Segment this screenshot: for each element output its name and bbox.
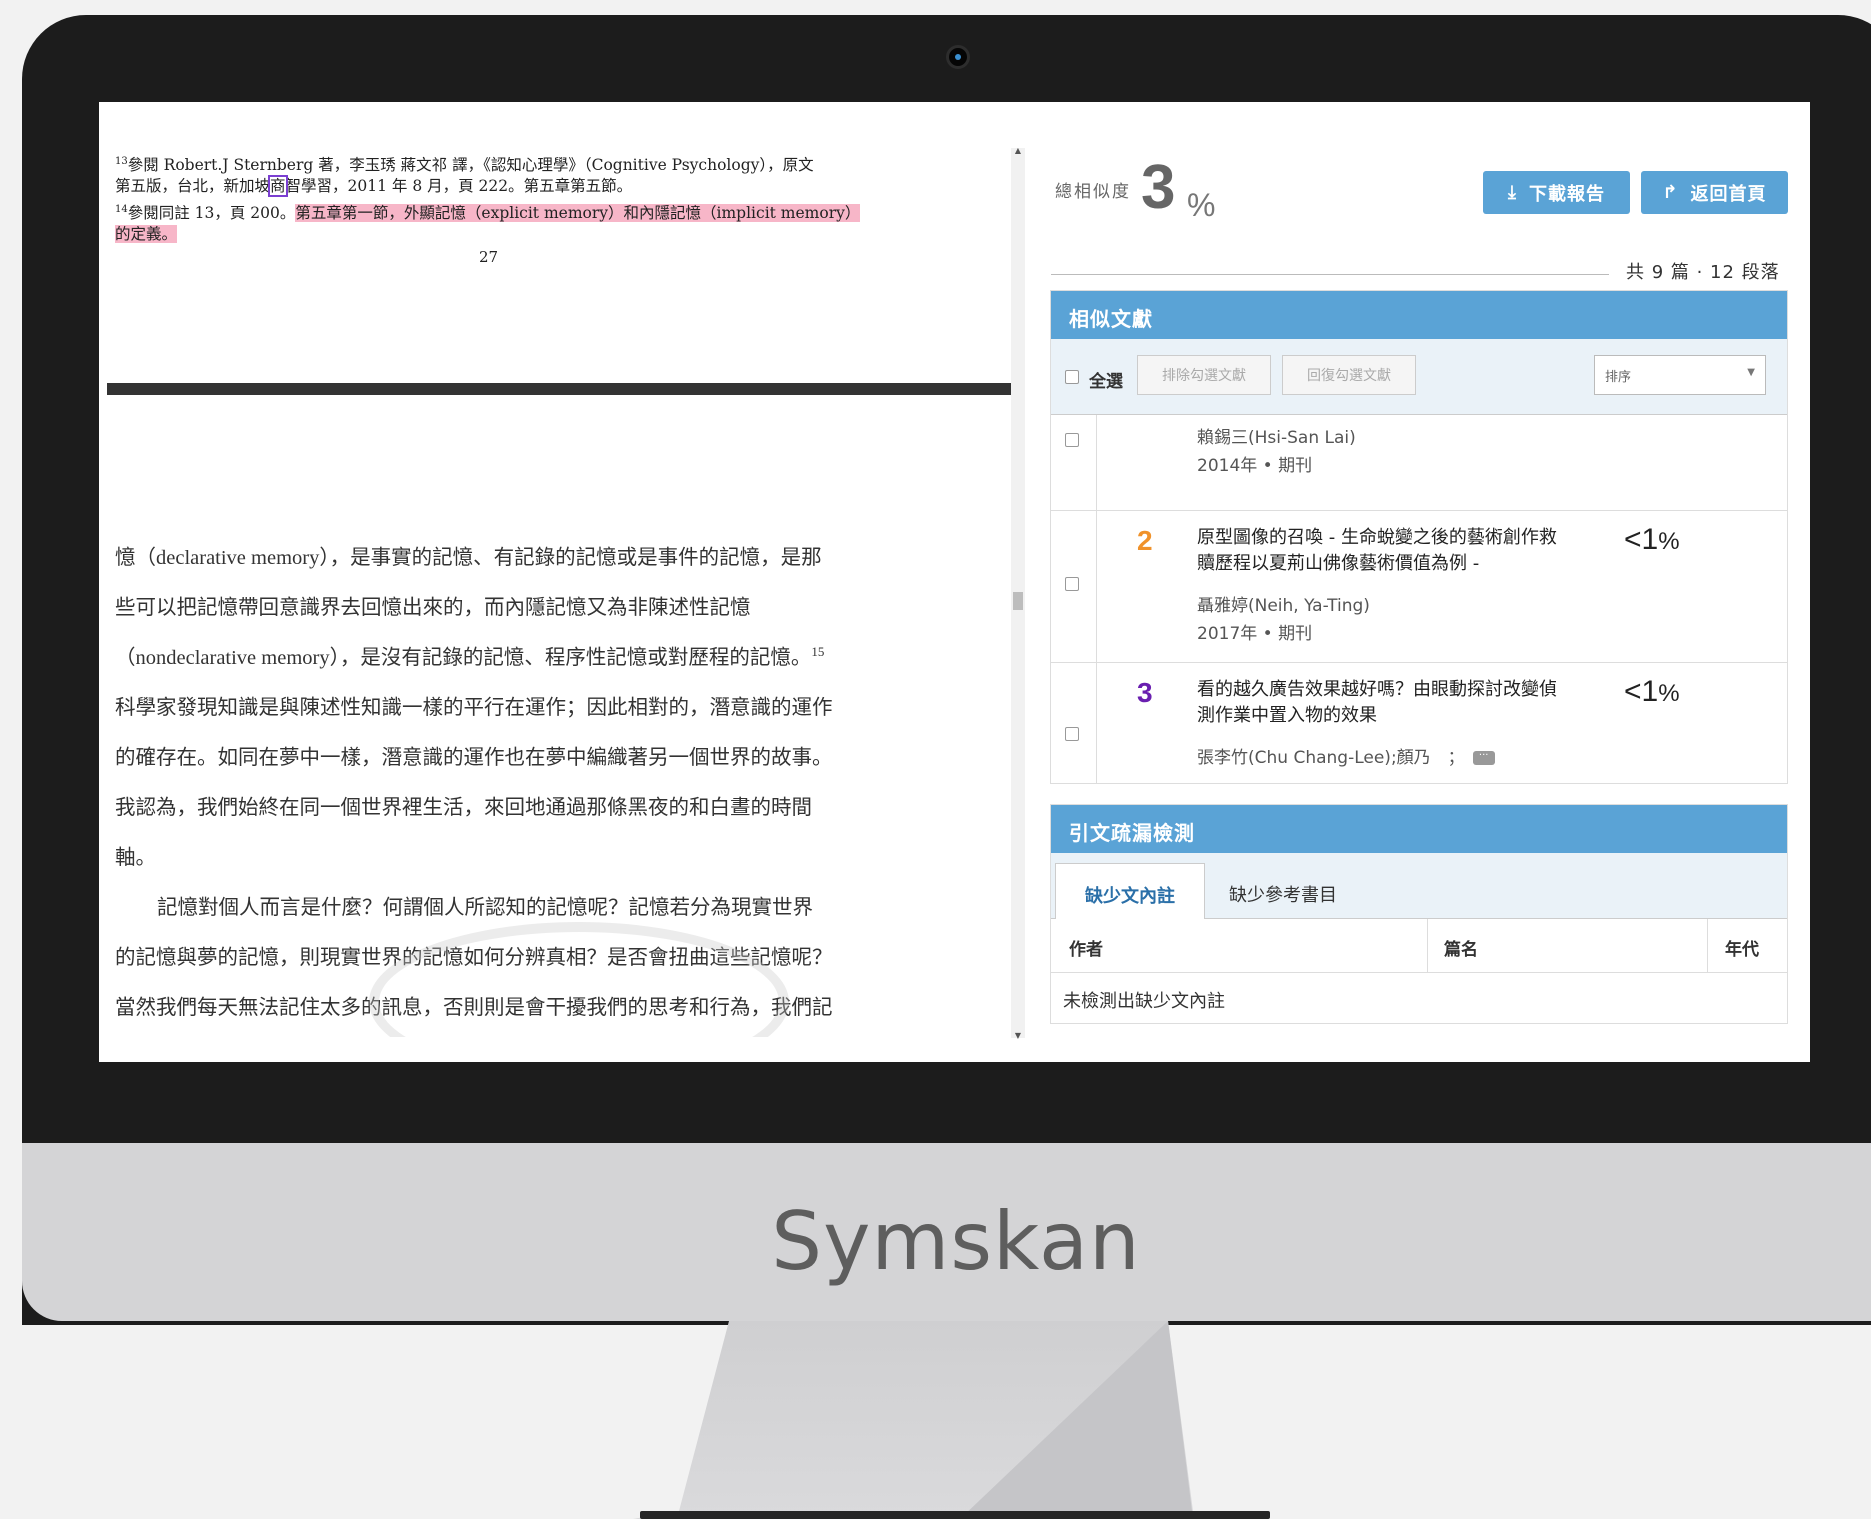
select-all-label[interactable]: 全選 xyxy=(1089,367,1123,392)
document-viewer[interactable]: 13參閱 Robert.J Sternberg 著，李玉琇 蔣文祁 譯，《認知心… xyxy=(99,102,1011,1037)
camera-icon xyxy=(946,45,970,69)
item-meta: 2014年 • 期刊 xyxy=(1197,456,1313,476)
body-line: 的確存在。如同在夢中一樣，潛意識的運作也在夢中編織著另一個世界的故事。 xyxy=(115,747,833,769)
similar-docs-toolbar: 全選 排除勾選文獻 回復勾選文獻 排序 ▼ xyxy=(1051,339,1787,415)
item-checkbox[interactable] xyxy=(1065,727,1079,741)
select-all-checkbox[interactable] xyxy=(1065,370,1079,384)
item-author: 賴錫三(Hsi-San Lai) xyxy=(1197,428,1356,448)
exclude-selected-button[interactable]: 排除勾選文獻 xyxy=(1137,355,1271,395)
body-line: 些可以把記憶帶回意識界去回憶出來的，而內隱記憶又為非陳述性記憶 xyxy=(115,597,751,619)
restore-selected-button[interactable]: 回復勾選文獻 xyxy=(1282,355,1416,395)
download-report-button[interactable]: ⤓ 下載報告 xyxy=(1483,171,1630,214)
back-home-button[interactable]: ↱ 返回首頁 xyxy=(1641,171,1788,214)
page-break xyxy=(107,383,1011,395)
citation-check-header: 引文疏漏檢測 xyxy=(1051,805,1787,853)
footnote-14-line1: 14參閱同註 13，頁 200。第五章第一節，外顯記憶（explicit mem… xyxy=(115,204,861,223)
citation-check-card: 引文疏漏檢測 缺少文內註 缺少參考書目 作者 篇名 年代 未檢測出缺少文內註 xyxy=(1050,804,1788,1024)
similar-highlight-cont[interactable]: 的定義。 xyxy=(115,225,178,243)
col-author: 作者 xyxy=(1069,940,1103,960)
scroll-up-icon[interactable]: ▲ xyxy=(1013,146,1023,155)
similar-docs-card: 相似文獻 全選 排除勾選文獻 回復勾選文獻 排序 ▼ 1 賴錫三(Hsi-San… xyxy=(1050,290,1788,784)
similarity-unit: % xyxy=(1187,187,1216,223)
match-marker[interactable]: 商 xyxy=(268,175,288,197)
item-percent: <1% xyxy=(1624,523,1680,556)
similar-highlight[interactable]: 第五章第一節，外顯記憶（explicit memory）和內隱記憶（implic… xyxy=(295,204,861,223)
item-title[interactable]: 看的越久廣告效果越好嗎？由眼動探討改變偵測作業中置入物的效果 xyxy=(1197,677,1567,729)
document-scrollbar[interactable]: ▲ ▼ xyxy=(1011,146,1025,1040)
tab-missing-in-text[interactable]: 缺少文內註 xyxy=(1055,863,1205,919)
body-line: 記憶對個人而言是什麼？何謂個人所認知的記憶呢？記憶若分為現實世界 xyxy=(157,897,813,919)
item-author: 張李竹(Chu Chang-Lee);顏乃 ； ··· xyxy=(1197,743,1495,768)
col-year: 年代 xyxy=(1725,940,1759,960)
item-checkbox[interactable] xyxy=(1065,577,1079,591)
footnote-ref: 15 xyxy=(811,644,825,660)
match-count: 共 9 篇 · 12 段落 xyxy=(1626,262,1780,283)
rank-number: 2 xyxy=(1137,525,1153,556)
list-item[interactable]: 3 看的越久廣告效果越好嗎？由眼動探討改變偵測作業中置入物的效果 張李竹(Chu… xyxy=(1051,663,1787,783)
monitor-foot xyxy=(640,1511,1270,1519)
body-line: 我認為，我們始終在同一個世界裡生活，來回地通過那條黑夜的和白晝的時間 xyxy=(115,797,812,819)
footnote-13-line2: 第五版，台北，新加坡商智學習，2011 年 8 月，頁 222。第五章第五節。 xyxy=(115,175,633,197)
chevron-down-icon: ▼ xyxy=(1747,367,1755,378)
similar-docs-header: 相似文獻 xyxy=(1051,291,1787,339)
item-author: 聶雅婷(Neih, Ya-Ting) xyxy=(1197,596,1370,616)
divider xyxy=(1051,274,1609,275)
body-line: 科學家發現知識是與陳述性知識一樣的平行在運作；因此相對的，潛意識的運作 xyxy=(115,697,833,719)
empty-result: 未檢測出缺少文內註 xyxy=(1063,991,1225,1012)
page-number: 27 xyxy=(479,248,499,266)
item-checkbox[interactable] xyxy=(1065,433,1079,447)
similarity-value: 3 xyxy=(1141,153,1176,222)
citation-tabs: 缺少文內註 缺少參考書目 xyxy=(1051,853,1787,919)
item-percent: <1% xyxy=(1624,675,1680,708)
body-line: 軸。 xyxy=(115,847,156,869)
similarity-label: 總相似度 xyxy=(1055,182,1131,202)
item-title[interactable]: 原型圖像的召喚 - 生命蛻變之後的藝術創作救贖歷程以夏荊山佛像藝術價值為例 - xyxy=(1197,525,1567,577)
scroll-down-icon[interactable]: ▼ xyxy=(1013,1031,1023,1040)
app-screen: 13參閱 Robert.J Sternberg 著，李玉琇 蔣文祁 譯，《認知心… xyxy=(99,102,1810,1062)
sort-select[interactable]: 排序 ▼ xyxy=(1594,355,1766,395)
list-item[interactable]: 1 賴錫三(Hsi-San Lai) 2014年 • 期刊 <1% xyxy=(1051,415,1787,511)
body-line: （nondeclarative memory），是沒有記錄的記憶、程序性記憶或對… xyxy=(115,644,825,669)
similar-docs-list[interactable]: 1 賴錫三(Hsi-San Lai) 2014年 • 期刊 <1% 2 原型圖像… xyxy=(1051,415,1787,783)
item-meta: 2017年 • 期刊 xyxy=(1197,624,1313,644)
col-separator xyxy=(1427,919,1428,973)
scroll-thumb[interactable] xyxy=(1013,592,1023,610)
report-panel: 總相似度 3 % ⤓ 下載報告 ↱ 返回首頁 共 9 篇 · 12 段落 相似文… xyxy=(1045,102,1810,1062)
tab-missing-references[interactable]: 缺少參考書目 xyxy=(1211,863,1371,919)
col-title: 篇名 xyxy=(1444,940,1478,960)
col-separator xyxy=(1707,919,1708,973)
table-header: 作者 篇名 年代 xyxy=(1051,919,1787,973)
more-icon[interactable]: ··· xyxy=(1472,751,1495,765)
footnote-14-line2: 的定義。 xyxy=(115,222,178,246)
list-item[interactable]: 2 原型圖像的召喚 - 生命蛻變之後的藝術創作救贖歷程以夏荊山佛像藝術價值為例 … xyxy=(1051,511,1787,663)
brand-logo: Symskan xyxy=(771,1195,1141,1288)
body-line: 憶（declarative memory），是事實的記憶、有記錄的記憶或是事件的… xyxy=(115,547,822,569)
share-arrow-icon: ↱ xyxy=(1662,182,1679,203)
rank-number: 3 xyxy=(1137,677,1153,708)
download-icon: ⤓ xyxy=(1508,182,1517,203)
